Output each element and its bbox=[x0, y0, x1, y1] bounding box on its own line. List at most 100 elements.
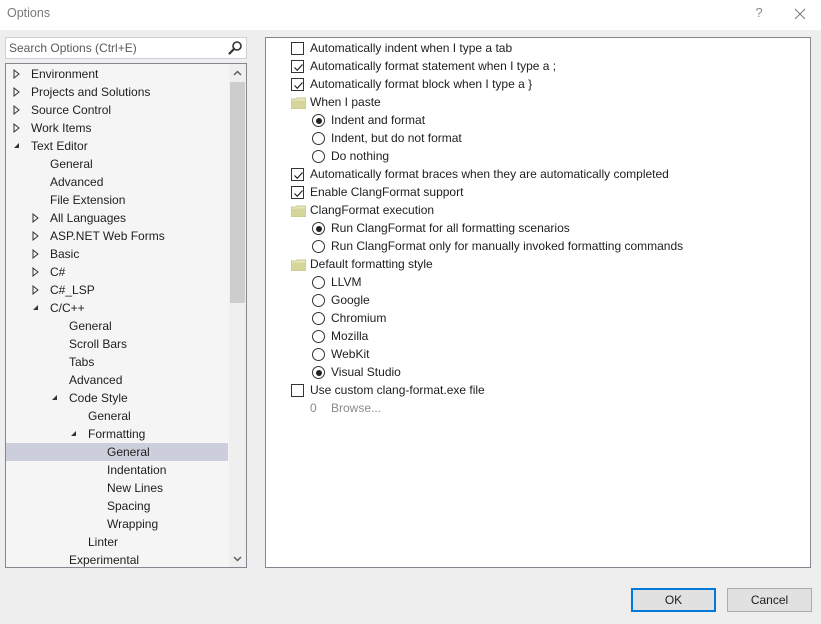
tree-item[interactable]: Text Editor bbox=[6, 137, 228, 155]
tree-item[interactable]: General bbox=[6, 155, 228, 173]
tree-item-label: Scroll Bars bbox=[69, 337, 128, 351]
tree-item[interactable]: C/C++ bbox=[6, 299, 228, 317]
checkmark-icon bbox=[294, 82, 303, 90]
chevron-down-icon bbox=[233, 556, 242, 562]
tree-item[interactable]: C#_LSP bbox=[6, 281, 228, 299]
tree-item-label: Spacing bbox=[107, 499, 151, 513]
tree-item[interactable]: File Extension bbox=[6, 191, 228, 209]
expand-arrow-icon[interactable] bbox=[32, 281, 42, 299]
tree-item-label: General bbox=[107, 445, 150, 459]
collapse-arrow-icon[interactable] bbox=[13, 137, 23, 155]
ok-button[interactable]: OK bbox=[631, 588, 716, 612]
expand-arrow-icon[interactable] bbox=[32, 227, 42, 245]
tree-item[interactable]: Tabs bbox=[6, 353, 228, 371]
tree-item[interactable]: ASP.NET Web Forms bbox=[6, 227, 228, 245]
radio-unselected[interactable] bbox=[312, 294, 325, 307]
tree-item-label: General bbox=[88, 409, 131, 423]
tree-item-label: New Lines bbox=[107, 481, 164, 495]
tree-item[interactable]: Projects and Solutions bbox=[6, 83, 228, 101]
option-label: Chromium bbox=[331, 311, 387, 325]
expand-arrow-icon[interactable] bbox=[13, 83, 23, 101]
scroll-up-button[interactable] bbox=[229, 64, 246, 81]
checkbox-unchecked[interactable] bbox=[291, 42, 304, 55]
folder-icon bbox=[291, 258, 306, 271]
options-panel: Automatically indent when I type a tab Au… bbox=[265, 37, 811, 568]
radio-dot bbox=[315, 117, 322, 124]
close-button[interactable] bbox=[790, 4, 810, 24]
tree-item[interactable]: Experimental bbox=[6, 551, 228, 567]
tree-item[interactable]: Work Items bbox=[6, 119, 228, 137]
radio-unselected[interactable] bbox=[312, 132, 325, 145]
tree-item-label: Wrapping bbox=[107, 517, 159, 531]
help-button[interactable]: ? bbox=[752, 5, 766, 21]
tree-item[interactable]: Code Style bbox=[6, 389, 228, 407]
option-label: Automatically indent when I type a tab bbox=[310, 41, 513, 55]
tree-item[interactable]: Advanced bbox=[6, 371, 228, 389]
tree-item-label: Work Items bbox=[31, 121, 92, 135]
scroll-thumb[interactable] bbox=[230, 82, 245, 303]
expand-arrow-icon[interactable] bbox=[13, 101, 23, 119]
search-box bbox=[5, 37, 247, 59]
radio-selected[interactable] bbox=[312, 114, 325, 127]
tree-scrollbar[interactable] bbox=[229, 64, 246, 567]
radio-unselected[interactable] bbox=[312, 150, 325, 163]
checkbox-checked[interactable] bbox=[291, 60, 304, 73]
radio-unselected[interactable] bbox=[312, 240, 325, 253]
expand-arrow-icon[interactable] bbox=[13, 65, 23, 83]
tree-item-label: Advanced bbox=[50, 175, 104, 189]
tree-item-label: Advanced bbox=[69, 373, 123, 387]
tree-item[interactable]: Indentation bbox=[6, 461, 228, 479]
tree-item[interactable]: All Languages bbox=[6, 209, 228, 227]
checkmark-icon bbox=[294, 64, 303, 72]
search-icon[interactable] bbox=[227, 40, 243, 56]
window-title: Options bbox=[7, 6, 51, 20]
tree-item[interactable]: Advanced bbox=[6, 173, 228, 191]
checkbox-unchecked[interactable] bbox=[291, 384, 304, 397]
tree-item[interactable]: General bbox=[6, 407, 228, 425]
expand-arrow-icon[interactable] bbox=[32, 245, 42, 263]
tree-item[interactable]: New Lines bbox=[6, 479, 228, 497]
tree-item-label: Code Style bbox=[69, 391, 128, 405]
checkbox-checked[interactable] bbox=[291, 78, 304, 91]
tree-item[interactable]: Scroll Bars bbox=[6, 335, 228, 353]
radio-unselected[interactable] bbox=[312, 330, 325, 343]
checkbox-checked[interactable] bbox=[291, 168, 304, 181]
expand-arrow-icon[interactable] bbox=[32, 209, 42, 227]
tree-item[interactable]: Wrapping bbox=[6, 515, 228, 533]
radio-unselected[interactable] bbox=[312, 312, 325, 325]
tree-item[interactable]: Formatting bbox=[6, 425, 228, 443]
scroll-down-button[interactable] bbox=[229, 550, 246, 567]
checkbox-checked[interactable] bbox=[291, 186, 304, 199]
tree-item-label: All Languages bbox=[50, 211, 127, 225]
radio-dot bbox=[315, 225, 322, 232]
tree-item[interactable]: Source Control bbox=[6, 101, 228, 119]
radio-unselected[interactable] bbox=[312, 348, 325, 361]
expand-arrow-icon[interactable] bbox=[13, 119, 23, 137]
collapse-arrow-icon[interactable] bbox=[32, 299, 42, 317]
collapse-arrow-icon[interactable] bbox=[70, 425, 80, 443]
tree-item[interactable]: Environment bbox=[6, 65, 228, 83]
search-input[interactable] bbox=[9, 40, 219, 56]
radio-selected[interactable] bbox=[312, 366, 325, 379]
tree-item[interactable]: C# bbox=[6, 263, 228, 281]
radio-unselected[interactable] bbox=[312, 276, 325, 289]
tree-item-label: Formatting bbox=[88, 427, 146, 441]
cancel-button[interactable]: Cancel bbox=[727, 588, 812, 612]
option-label: Visual Studio bbox=[331, 365, 401, 379]
browse-prefix: 0 bbox=[310, 401, 317, 415]
tree-item[interactable]: Basic bbox=[6, 245, 228, 263]
option-label: Run ClangFormat for all formatting scena… bbox=[331, 221, 570, 235]
tree-item[interactable]: General bbox=[6, 317, 228, 335]
radio-selected[interactable] bbox=[312, 222, 325, 235]
tree-item[interactable]: Spacing bbox=[6, 497, 228, 515]
tree-item-label: ASP.NET Web Forms bbox=[50, 229, 165, 243]
tree-item[interactable]: General bbox=[6, 443, 228, 461]
option-label: ClangFormat execution bbox=[310, 203, 435, 217]
expand-arrow-icon[interactable] bbox=[32, 263, 42, 281]
option-label: WebKit bbox=[331, 347, 370, 361]
collapse-arrow-icon[interactable] bbox=[51, 389, 61, 407]
tree-item-label: General bbox=[69, 319, 112, 333]
tree-item[interactable]: Linter bbox=[6, 533, 228, 551]
checkmark-icon bbox=[294, 172, 303, 180]
browse-button[interactable]: Browse... bbox=[331, 399, 381, 417]
